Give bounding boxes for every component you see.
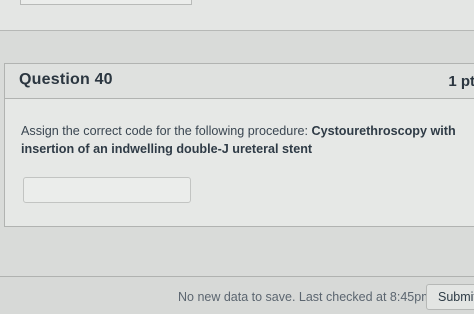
answer-input[interactable] xyxy=(23,177,191,203)
previous-answer-input[interactable] xyxy=(20,0,192,5)
quiz-footer: No new data to save. Last checked at 8:4… xyxy=(0,276,474,314)
question-text: Assign the correct code for the followin… xyxy=(21,122,461,158)
question-points: 1 pt xyxy=(448,73,474,90)
question-header: Question 40 1 pt xyxy=(5,64,474,99)
submit-quiz-button[interactable]: Submit xyxy=(426,284,474,310)
question-title: Question 40 xyxy=(19,71,113,88)
question-prompt: Assign the correct code for the followin… xyxy=(21,124,312,138)
previous-question-card xyxy=(0,0,474,31)
question-card: Question 40 1 pt Assign the correct code… xyxy=(4,63,474,227)
save-status-text: No new data to save. Last checked at 8:4… xyxy=(178,290,432,304)
